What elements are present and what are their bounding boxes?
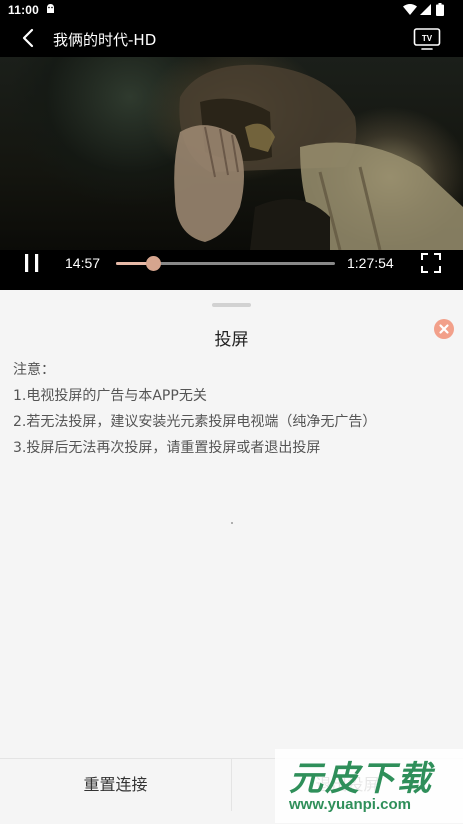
notes-heading: 注意：	[13, 362, 55, 378]
video-frame[interactable]	[0, 57, 463, 250]
fullscreen-icon[interactable]	[420, 252, 442, 274]
note-item: 3.投屏后无法再次投屏，请重置投屏或者退出投屏	[13, 440, 321, 456]
sheet-title: 投屏	[214, 330, 249, 350]
close-icon	[439, 324, 449, 334]
note-item: 1.电视投屏的广告与本APP无关	[13, 388, 207, 404]
signal-icon	[420, 4, 431, 15]
current-time: 14:57	[65, 255, 101, 271]
video-title: 我俩的时代-HD	[53, 31, 157, 49]
duration-time: 1:27:54	[347, 255, 394, 271]
tv-icon-label: TV	[422, 34, 433, 43]
close-button[interactable]	[434, 319, 454, 339]
cast-sheet: 投屏 注意： 1.电视投屏的广告与本APP无关 2.若无法投屏，建议安装光元素投…	[0, 290, 463, 823]
status-time: 11:00	[8, 3, 40, 17]
chevron-left-icon[interactable]	[18, 27, 40, 49]
drag-handle[interactable]	[212, 303, 251, 307]
loading-dot	[231, 522, 233, 524]
pause-icon[interactable]	[22, 253, 42, 273]
tv-icon[interactable]: TV	[413, 26, 441, 52]
seek-bar[interactable]	[116, 256, 335, 271]
android-notification-icon	[47, 4, 54, 13]
video-scene	[174, 64, 463, 250]
notes-list: 注意： 1.电视投屏的广告与本APP无关 2.若无法投屏，建议安装光元素投屏电视…	[13, 360, 376, 464]
reset-connection-button[interactable]: 重置连接	[0, 759, 231, 811]
note-item: 2.若无法投屏，建议安装光元素投屏电视端（纯净无广告）	[13, 414, 377, 430]
battery-icon	[436, 3, 444, 16]
watermark-text: 元皮下载	[289, 759, 433, 799]
watermark: 元皮下载 www.yuanpi.com	[275, 749, 463, 823]
top-app-bar: 我俩的时代-HD TV	[0, 20, 463, 57]
wifi-icon	[403, 4, 417, 15]
watermark-url: www.yuanpi.com	[289, 796, 411, 813]
status-bar: 11:00	[0, 0, 463, 20]
